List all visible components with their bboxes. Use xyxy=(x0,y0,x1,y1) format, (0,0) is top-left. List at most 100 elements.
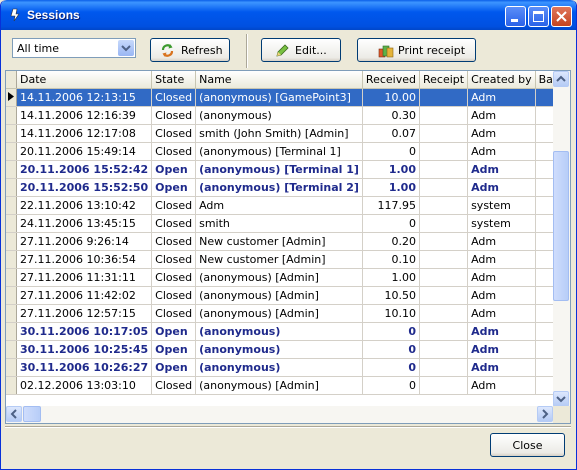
table-row[interactable]: 22.11.2006 13:10:42 Closed Adm 117.95 system… xyxy=(6,196,570,215)
cell-state[interactable]: Open xyxy=(151,358,197,377)
cell-received[interactable]: 10.00 xyxy=(362,88,420,107)
cell-received[interactable]: 0 xyxy=(362,214,420,233)
scroll-right-button[interactable] xyxy=(537,406,553,422)
maximize-button[interactable] xyxy=(528,6,549,27)
row-indicator[interactable] xyxy=(6,232,17,251)
cell-receipt[interactable] xyxy=(419,106,469,125)
cell-name[interactable]: (anonymous) [GamePoint3] xyxy=(195,88,363,107)
table-row[interactable]: 30.11.2006 10:26:27 Open (anonymous) 0 Adm xyxy=(6,358,570,377)
cell-date[interactable]: 30.11.2006 10:25:45 xyxy=(16,340,153,359)
cell-receipt[interactable] xyxy=(419,88,469,107)
cell-created-by[interactable]: system xyxy=(467,214,536,233)
cell-receipt[interactable] xyxy=(419,358,469,377)
cell-state[interactable]: Closed xyxy=(151,124,197,143)
cell-state[interactable]: Closed xyxy=(151,250,197,269)
cell-state[interactable]: Open xyxy=(151,178,197,197)
cell-receipt[interactable] xyxy=(419,340,469,359)
cell-date[interactable]: 27.11.2006 11:42:02 xyxy=(16,286,153,305)
cell-receipt[interactable] xyxy=(419,232,469,251)
cell-created-by[interactable]: Adm xyxy=(467,304,536,323)
cell-state[interactable]: Closed xyxy=(151,142,197,161)
cell-received[interactable]: 0.07 xyxy=(362,124,420,143)
row-indicator[interactable] xyxy=(6,304,17,323)
vertical-scrollbar[interactable] xyxy=(553,71,570,407)
scroll-up-button[interactable] xyxy=(553,71,569,87)
cell-receipt[interactable] xyxy=(419,124,469,143)
column-header-created-by[interactable]: Created by xyxy=(467,71,536,89)
cell-date[interactable]: 27.11.2006 12:57:15 xyxy=(16,304,153,323)
cell-receipt[interactable] xyxy=(419,268,469,287)
table-row[interactable]: 27.11.2006 12:57:15 Closed (anonymous) [Ad… xyxy=(6,304,570,323)
close-button[interactable]: Close xyxy=(490,433,565,457)
cell-date[interactable]: 30.11.2006 10:26:27 xyxy=(16,358,153,377)
row-indicator[interactable] xyxy=(6,340,17,359)
scroll-left-button[interactable] xyxy=(6,406,22,422)
table-row[interactable]: 27.11.2006 11:31:11 Closed (anonymous) [Ad… xyxy=(6,268,570,287)
table-row[interactable]: 14.11.2006 12:16:39 Closed (anonymous) 0.30… xyxy=(6,106,570,125)
cell-name[interactable]: (anonymous) [Admin] xyxy=(195,376,363,395)
row-indicator[interactable] xyxy=(6,124,17,143)
cell-received[interactable]: 1.00 xyxy=(362,268,420,287)
cell-receipt[interactable] xyxy=(419,196,469,215)
cell-created-by[interactable]: Adm xyxy=(467,124,536,143)
cell-received[interactable]: 0 xyxy=(362,358,420,377)
cell-receipt[interactable] xyxy=(419,322,469,341)
cell-state[interactable]: Closed xyxy=(151,88,197,107)
cell-received[interactable]: 0 xyxy=(362,376,420,395)
cell-created-by[interactable]: Adm xyxy=(467,88,536,107)
cell-received[interactable]: 1.00 xyxy=(362,178,420,197)
row-indicator[interactable] xyxy=(6,286,17,305)
cell-received[interactable]: 10.10 xyxy=(362,304,420,323)
row-indicator[interactable] xyxy=(6,178,17,197)
table-row[interactable]: 27.11.2006 9:26:14 Closed New customer [Ad… xyxy=(6,232,570,251)
table-row[interactable]: 27.11.2006 11:42:02 Closed (anonymous) [Ad… xyxy=(6,286,570,305)
table-row[interactable]: 30.11.2006 10:17:05 Open (anonymous) 0 Adm xyxy=(6,322,570,341)
cell-date[interactable]: 27.11.2006 10:36:54 xyxy=(16,250,153,269)
cell-state[interactable]: Open xyxy=(151,160,197,179)
cell-name[interactable]: (anonymous) xyxy=(195,106,363,125)
cell-receipt[interactable] xyxy=(419,178,469,197)
cell-received[interactable]: 117.95 xyxy=(362,196,420,215)
cell-state[interactable]: Open xyxy=(151,340,197,359)
table-row[interactable]: 20.11.2006 15:52:42 Open (anonymous) [Term… xyxy=(6,160,570,179)
cell-state[interactable]: Closed xyxy=(151,214,197,233)
refresh-button[interactable]: Refresh xyxy=(150,38,230,62)
cell-date[interactable]: 20.11.2006 15:52:42 xyxy=(16,160,153,179)
cell-state[interactable]: Closed xyxy=(151,106,197,125)
cell-received[interactable]: 1.00 xyxy=(362,160,420,179)
cell-date[interactable]: 14.11.2006 12:13:15 xyxy=(16,88,153,107)
cell-state[interactable]: Open xyxy=(151,322,197,341)
title-bar[interactable]: Sessions xyxy=(1,0,576,30)
cell-receipt[interactable] xyxy=(419,160,469,179)
row-indicator[interactable] xyxy=(6,268,17,287)
cell-received[interactable]: 0.10 xyxy=(362,250,420,269)
cell-receipt[interactable] xyxy=(419,250,469,269)
cell-created-by[interactable]: Adm xyxy=(467,232,536,251)
cell-date[interactable]: 30.11.2006 10:17:05 xyxy=(16,322,153,341)
edit-button[interactable]: Edit... xyxy=(261,38,341,62)
cell-receipt[interactable] xyxy=(419,142,469,161)
cell-created-by[interactable]: Adm xyxy=(467,376,536,395)
cell-created-by[interactable]: Adm xyxy=(467,178,536,197)
column-header-state[interactable]: State xyxy=(151,71,197,89)
cell-received[interactable]: 0 xyxy=(362,340,420,359)
cell-date[interactable]: 20.11.2006 15:49:14 xyxy=(16,142,153,161)
cell-name[interactable]: (anonymous) xyxy=(195,322,363,341)
row-indicator[interactable] xyxy=(6,250,17,269)
cell-state[interactable]: Closed xyxy=(151,232,197,251)
cell-date[interactable]: 02.12.2006 13:03:10 xyxy=(16,376,153,395)
scroll-down-button[interactable] xyxy=(553,391,569,407)
cell-received[interactable]: 0.30 xyxy=(362,106,420,125)
table-row[interactable]: 20.11.2006 15:52:50 Open (anonymous) [Term… xyxy=(6,178,570,197)
cell-date[interactable]: 14.11.2006 12:17:08 xyxy=(16,124,153,143)
cell-received[interactable]: 0.20 xyxy=(362,232,420,251)
row-indicator[interactable] xyxy=(6,358,17,377)
cell-created-by[interactable]: Adm xyxy=(467,160,536,179)
cell-created-by[interactable]: Adm xyxy=(467,322,536,341)
cell-receipt[interactable] xyxy=(419,214,469,233)
row-indicator[interactable] xyxy=(6,376,17,395)
cell-name[interactable]: (anonymous) [Admin] xyxy=(195,304,363,323)
table-row[interactable]: 14.11.2006 12:13:15 Closed (anonymous) [Ga… xyxy=(6,88,570,107)
cell-name[interactable]: smith xyxy=(195,214,363,233)
cell-created-by[interactable]: Adm xyxy=(467,286,536,305)
